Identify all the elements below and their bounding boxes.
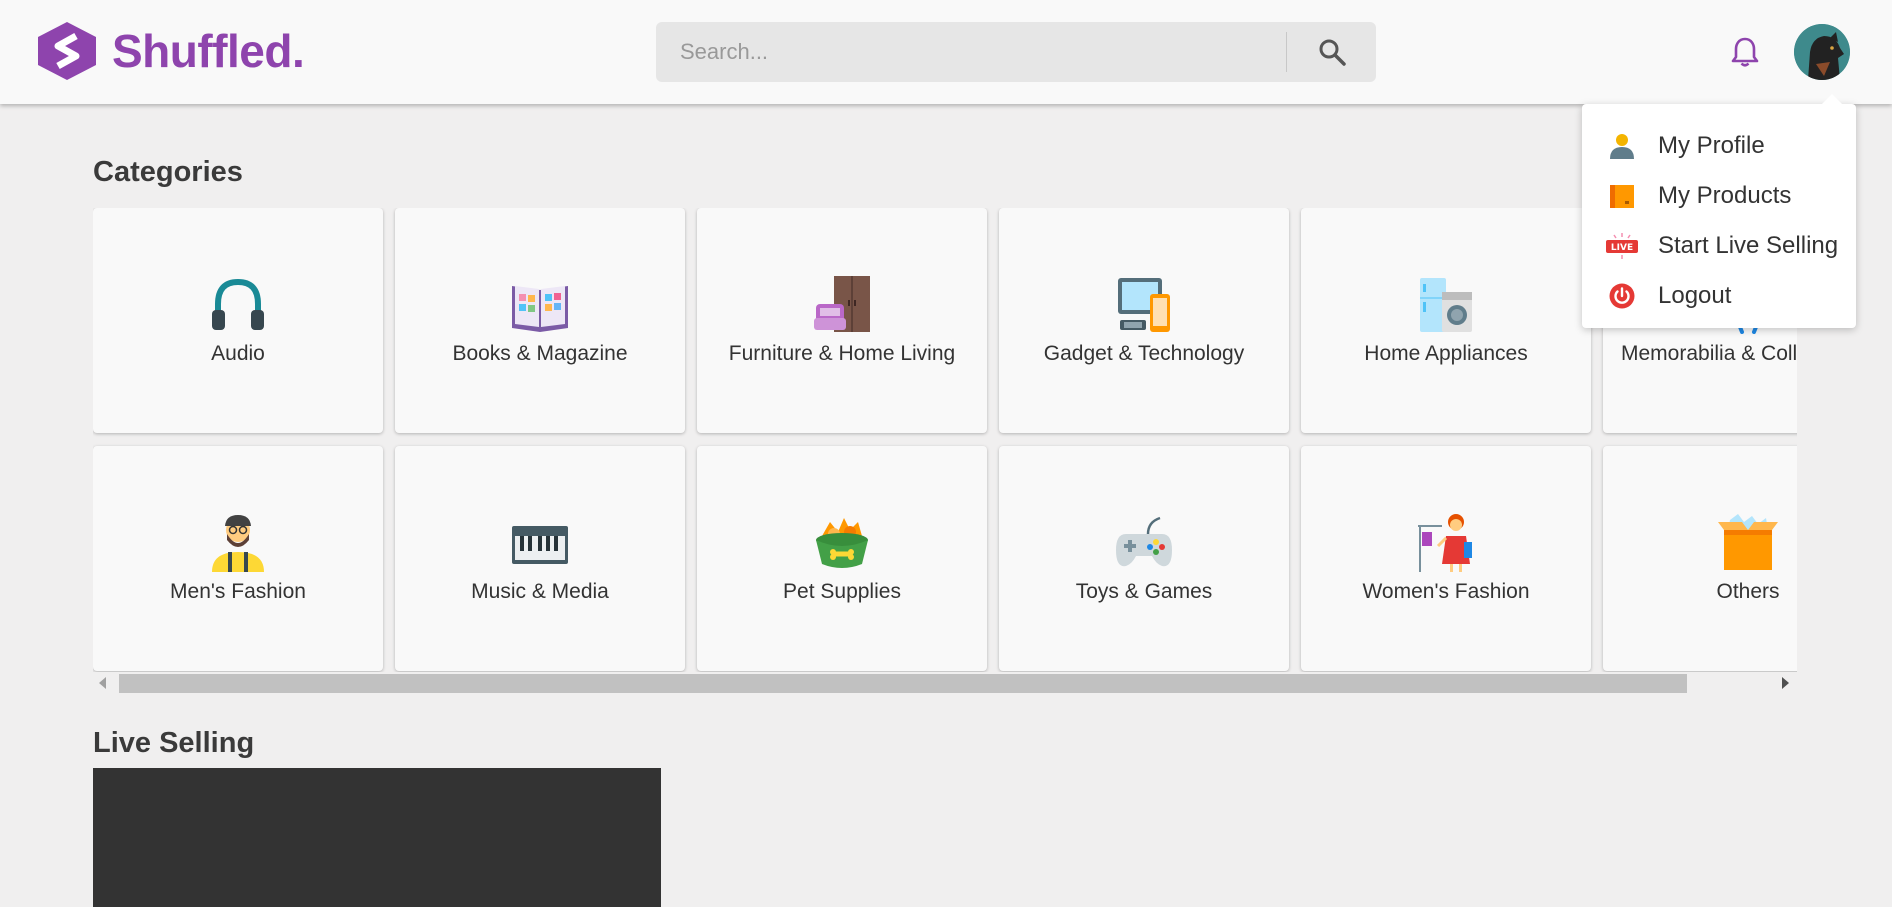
menu-item-label: My Products (1658, 182, 1792, 209)
category-card-womens-fashion[interactable]: Women's Fashion (1301, 446, 1591, 671)
live-stream-player[interactable] (93, 768, 661, 907)
category-label: Pet Supplies (783, 580, 901, 603)
category-card-mens-fashion[interactable]: Men's Fashion (93, 446, 383, 671)
box-icon (1606, 180, 1638, 212)
category-label: Music & Media (471, 580, 609, 603)
category-card-toys-games[interactable]: Toys & Games (999, 446, 1289, 671)
menu-item-my-profile[interactable]: My Profile (1582, 121, 1856, 171)
gamepad-icon (1116, 516, 1172, 567)
appliance-icon (1420, 278, 1472, 332)
person-icon (1606, 130, 1638, 162)
category-card-gadget-technology[interactable]: Gadget & Technology (999, 208, 1289, 433)
live-selling-title: Live Selling (93, 727, 255, 759)
pet-bowl-icon (816, 518, 868, 568)
category-label: Furniture & Home Living (728, 342, 956, 365)
search-bar (656, 22, 1376, 82)
category-label: Home Appliances (1364, 342, 1528, 365)
menu-item-label: My Profile (1658, 132, 1765, 159)
category-label: Books & Magazine (452, 342, 628, 365)
book-icon (512, 286, 568, 332)
category-card-pet-supplies[interactable]: Pet Supplies (697, 446, 987, 671)
category-card-audio[interactable]: Audio (93, 208, 383, 433)
furniture-icon (814, 276, 870, 332)
gadget-icon (1118, 278, 1170, 332)
category-card-furniture-home-living[interactable]: Furniture & Home Living (697, 208, 987, 433)
category-label: Toys & Games (1075, 580, 1213, 603)
category-label: Audio (211, 342, 265, 365)
scroll-left-arrow-icon[interactable] (99, 677, 106, 689)
user-avatar[interactable] (1794, 24, 1850, 80)
menu-item-label: Logout (1658, 282, 1732, 309)
search-button[interactable] (1287, 22, 1376, 82)
live-badge-text: LIVE (1611, 243, 1633, 253)
shuffled-logo-icon (38, 22, 96, 80)
menu-item-logout[interactable]: Logout (1582, 271, 1856, 321)
category-label: Gadget & Technology (1043, 342, 1245, 365)
scroll-right-arrow-icon[interactable] (1782, 677, 1789, 689)
category-card-music-media[interactable]: Music & Media (395, 446, 685, 671)
categories-scrollbar[interactable] (93, 672, 1797, 694)
keyboard-icon (512, 526, 568, 564)
logo[interactable]: Shuffled. (36, 20, 305, 82)
search-icon (1319, 39, 1346, 66)
power-icon (1606, 280, 1638, 312)
top-app-bar: Shuffled. (0, 0, 1892, 104)
logo-text: Shuffled. (112, 25, 305, 77)
scrollbar-thumb[interactable] (119, 674, 1687, 693)
menu-item-my-products[interactable]: My Products (1582, 171, 1856, 221)
avatar-image (1794, 24, 1850, 80)
category-card-others[interactable]: Others (1603, 446, 1797, 671)
man-icon (212, 515, 264, 572)
woman-icon (1418, 514, 1472, 572)
category-card-home-appliances[interactable]: Home Appliances (1301, 208, 1591, 433)
category-label: Memorabilia & Coll (1621, 342, 1797, 365)
live-icon: LIVE (1606, 230, 1638, 262)
headphones-icon (212, 278, 264, 330)
categories-carousel: Audio Books & Magazine Furniture & Home … (93, 208, 1797, 672)
category-label: Women's Fashion (1362, 580, 1530, 603)
menu-item-start-live-selling[interactable]: LIVE Start Live Selling (1582, 221, 1856, 271)
search-input[interactable] (656, 22, 1286, 82)
open-box-icon (1718, 514, 1778, 570)
bell-icon[interactable] (1730, 36, 1760, 68)
category-card-books-magazine[interactable]: Books & Magazine (395, 208, 685, 433)
categories-title: Categories (93, 156, 243, 188)
user-menu-dropdown: My Profile My Products LIVE Start Live S… (1582, 94, 1856, 328)
category-label: Others (1716, 580, 1780, 603)
category-label: Men's Fashion (170, 580, 306, 603)
menu-item-label: Start Live Selling (1658, 232, 1839, 259)
